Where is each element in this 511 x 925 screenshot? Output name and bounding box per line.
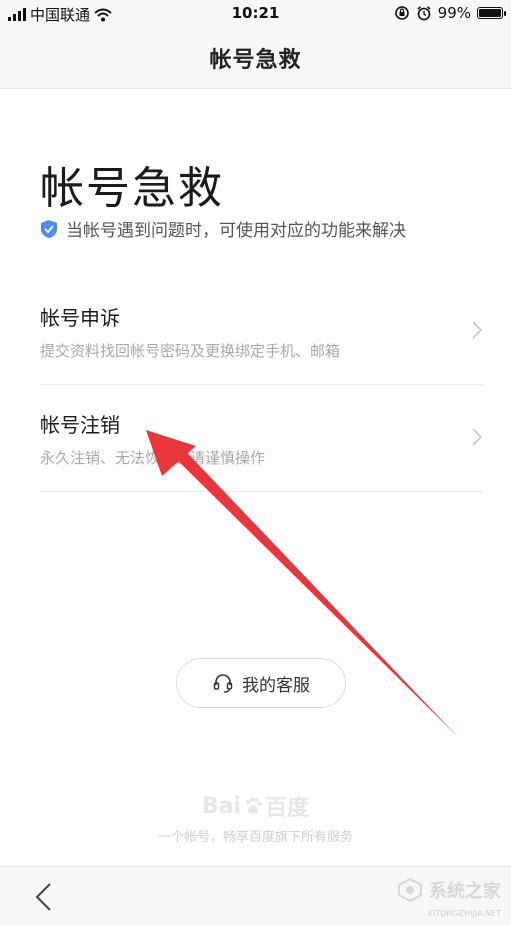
menu-item-account-appeal[interactable]: 帐号申诉 提交资料找回帐号密码及更换绑定手机、邮箱 <box>40 278 483 385</box>
watermark: 系统之家 <box>397 877 501 903</box>
menu-item-desc: 永久注销、无法恢复、请谨慎操作 <box>40 449 266 467</box>
logo-text-left: Bai <box>201 793 242 819</box>
my-service-button[interactable]: 我的客服 <box>176 658 346 708</box>
watermark-text: 系统之家 <box>429 881 501 902</box>
paw-icon <box>245 797 262 814</box>
my-service-label: 我的客服 <box>242 675 310 696</box>
status-right: 99% <box>394 4 506 22</box>
menu-item-desc: 提交资料找回帐号密码及更换绑定手机、邮箱 <box>40 342 341 360</box>
footer-tagline: 一个帐号，畅享百度旗下所有服务 <box>157 830 353 845</box>
baidu-logo: Bai 百度 <box>0 790 511 822</box>
shield-check-icon <box>41 219 57 238</box>
nav-title: 帐号急救 <box>209 48 302 73</box>
alarm-icon <box>417 6 431 21</box>
page-title: 帐号急救 <box>40 163 224 214</box>
nav-bar: 帐号急救 <box>0 28 511 89</box>
menu-item-label: 帐号注销 <box>40 413 120 437</box>
page-subtitle: 当帐号遇到问题时，可使用对应的功能来解决 <box>66 221 406 241</box>
battery-icon <box>477 7 506 19</box>
battery-percent: 99% <box>437 4 471 22</box>
logo-text-right: 百度 <box>265 796 310 821</box>
subtitle-row: 当帐号遇到问题时，可使用对应的功能来解决 <box>40 216 406 241</box>
back-arrow-icon[interactable] <box>30 881 60 913</box>
menu-list: 帐号申诉 提交资料找回帐号密码及更换绑定手机、邮箱 帐号注销 永久注销、无法恢复… <box>40 278 483 492</box>
menu-item-account-cancel[interactable]: 帐号注销 永久注销、无法恢复、请谨慎操作 <box>40 385 483 492</box>
bottom-toolbar: 系统之家 XITONGZHIJIA.NET <box>0 866 511 925</box>
headset-icon <box>213 674 233 693</box>
menu-item-label: 帐号申诉 <box>40 306 120 330</box>
chevron-right-icon <box>472 321 483 339</box>
rotation-lock-icon <box>394 6 409 20</box>
status-bar: 中国联通 10:21 99% <box>0 0 511 28</box>
watermark-logo-icon <box>398 877 422 903</box>
chevron-right-icon <box>472 428 483 446</box>
battery-fill <box>479 9 501 17</box>
watermark-url: XITONGZHIJIA.NET <box>427 909 501 918</box>
